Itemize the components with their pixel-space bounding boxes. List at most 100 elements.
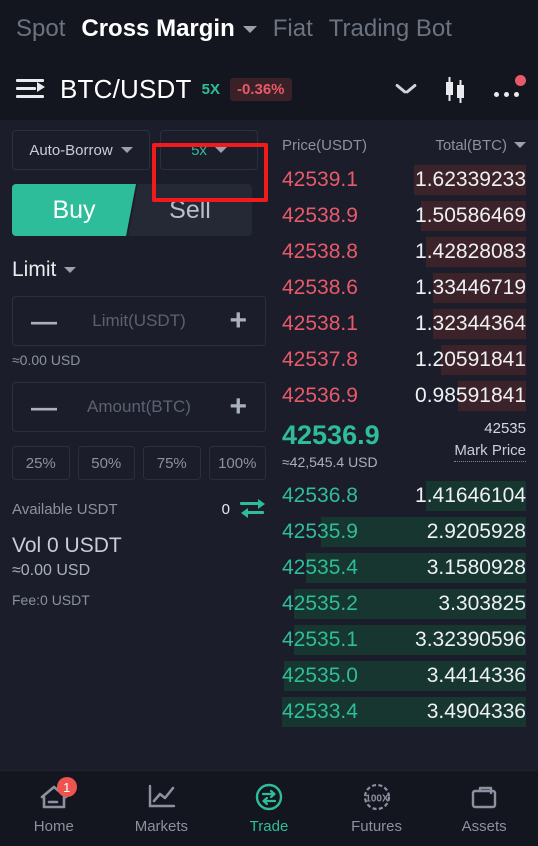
volume-value: Vol 0 USDT bbox=[12, 534, 122, 557]
price-approx-value: ≈0.00 USD bbox=[12, 352, 81, 368]
order-book-total: 3.32390596 bbox=[415, 628, 526, 651]
order-book-total: 3.303825 bbox=[438, 592, 526, 615]
sell-button[interactable]: Sell bbox=[128, 184, 252, 236]
order-book-row[interactable]: 42535.9 2.9205928 bbox=[282, 514, 526, 550]
home-icon: 1 bbox=[37, 777, 77, 812]
order-book-price: 42535.0 bbox=[282, 664, 358, 687]
mark-price-value: 42535 bbox=[484, 420, 526, 437]
more-options-icon[interactable] bbox=[494, 75, 526, 101]
order-book-price: 42536.8 bbox=[282, 484, 358, 507]
nav-label-assets: Assets bbox=[461, 818, 507, 835]
order-book-panel: Price(USDT) Total(BTC) 42539.1 1.62339233… bbox=[276, 120, 538, 770]
order-type-selector[interactable]: Limit bbox=[12, 258, 266, 282]
order-book-header: Price(USDT) Total(BTC) bbox=[282, 132, 526, 158]
order-book-total: 1.50586469 bbox=[415, 204, 526, 227]
price-input[interactable]: — Limit(USDT) + bbox=[12, 296, 266, 346]
transfer-swap-icon[interactable] bbox=[240, 499, 266, 518]
briefcase-icon bbox=[467, 782, 501, 812]
nav-label-markets: Markets bbox=[134, 818, 189, 835]
order-book-row[interactable]: 42536.8 1.41646104 bbox=[282, 478, 526, 514]
nav-item-markets[interactable]: Markets bbox=[108, 782, 216, 835]
order-book-price: 42535.2 bbox=[282, 592, 358, 615]
chevron-down-icon[interactable] bbox=[514, 142, 526, 148]
order-book-row[interactable]: 42538.9 1.50586469 bbox=[282, 198, 526, 234]
tab-spot[interactable]: Spot bbox=[16, 15, 65, 43]
order-book-total: 1.20591841 bbox=[415, 348, 526, 371]
leverage-badge: 5X bbox=[201, 80, 220, 98]
amount-input-placeholder: Amount(BTC) bbox=[87, 397, 191, 416]
pair-symbol[interactable]: BTC/USDT bbox=[60, 74, 192, 105]
order-book-row[interactable]: 42538.6 1.33446719 bbox=[282, 270, 526, 306]
order-book-row[interactable]: 42535.1 3.32390596 bbox=[282, 622, 526, 658]
order-book-price: 42538.6 bbox=[282, 276, 358, 299]
order-book-price: 42535.9 bbox=[282, 520, 358, 543]
order-book-mid-price: 42536.9 ≈42,545.4 USD 42535 Mark Price bbox=[282, 414, 526, 474]
last-price: 42536.9 bbox=[282, 420, 380, 450]
header-icon-group bbox=[396, 75, 526, 103]
leverage-selector[interactable]: 5x bbox=[160, 130, 258, 170]
increment-amount-button[interactable]: + bbox=[229, 392, 247, 422]
buy-sell-toggle: Buy Sell bbox=[12, 184, 266, 236]
percent-100-button[interactable]: 100% bbox=[208, 446, 266, 480]
nav-label-futures: Futures bbox=[351, 818, 402, 835]
candlestick-chart-icon[interactable] bbox=[442, 75, 468, 103]
order-book-row[interactable]: 42536.9 0.98591841 bbox=[282, 378, 526, 414]
percent-25-button[interactable]: 25% bbox=[12, 446, 70, 480]
tab-cross-margin[interactable]: Cross Margin bbox=[81, 15, 234, 43]
order-form-panel: Auto-Borrow 5x Buy Sell Limit — Limit(US… bbox=[0, 120, 276, 770]
order-book-row[interactable]: 42535.4 3.1580928 bbox=[282, 550, 526, 586]
nav-item-assets[interactable]: Assets bbox=[430, 782, 538, 835]
order-book-row[interactable]: 42535.0 3.4414336 bbox=[282, 658, 526, 694]
nav-item-trade[interactable]: Trade bbox=[215, 782, 323, 835]
order-book-total-header: Total(BTC) bbox=[435, 136, 507, 154]
borrow-mode-selector[interactable]: Auto-Borrow bbox=[12, 130, 150, 170]
bottom-navigation: 1 Home Markets Trade 100X Futures Assets bbox=[0, 770, 538, 846]
percent-75-button[interactable]: 75% bbox=[143, 446, 201, 480]
order-book-total: 0.98591841 bbox=[415, 384, 526, 407]
order-book-row[interactable]: 42538.8 1.42828083 bbox=[282, 234, 526, 270]
order-book-price: 42536.9 bbox=[282, 384, 358, 407]
tab-fiat[interactable]: Fiat bbox=[273, 15, 313, 43]
futures-100x-icon: 100X bbox=[360, 782, 394, 812]
order-book-row[interactable]: 42533.4 3.4904336 bbox=[282, 694, 526, 730]
mark-price-label[interactable]: Mark Price bbox=[454, 442, 526, 462]
borrow-mode-label: Auto-Borrow bbox=[29, 141, 113, 159]
percent-shortcut-row: 25% 50% 75% 100% bbox=[12, 446, 266, 480]
order-book-total: 3.1580928 bbox=[426, 556, 526, 579]
tab-trading-bot[interactable]: Trading Bot bbox=[329, 15, 452, 43]
available-balance-row: Available USDT 0 bbox=[12, 499, 266, 518]
order-book-total: 1.32344364 bbox=[415, 312, 526, 335]
order-book-row[interactable]: 42538.1 1.32344364 bbox=[282, 306, 526, 342]
nav-item-futures[interactable]: 100X Futures bbox=[323, 782, 431, 835]
order-book-total: 1.62339233 bbox=[415, 168, 526, 191]
home-badge: 1 bbox=[56, 777, 77, 797]
order-book-row[interactable]: 42539.1 1.62339233 bbox=[282, 162, 526, 198]
buy-button[interactable]: Buy bbox=[12, 184, 136, 236]
order-book-price: 42538.1 bbox=[282, 312, 358, 335]
chart-line-icon bbox=[144, 782, 178, 812]
percent-50-button[interactable]: 50% bbox=[77, 446, 135, 480]
svg-text:100X: 100X bbox=[365, 794, 389, 805]
decrement-price-button[interactable]: — bbox=[31, 308, 57, 334]
amount-input[interactable]: — Amount(BTC) + bbox=[12, 382, 266, 432]
order-book-row[interactable]: 42537.8 1.20591841 bbox=[282, 342, 526, 378]
order-book-price: 42535.1 bbox=[282, 628, 358, 651]
order-book-price: 42537.8 bbox=[282, 348, 358, 371]
nav-label-home: Home bbox=[33, 818, 74, 835]
hamburger-list-icon[interactable] bbox=[16, 78, 46, 100]
nav-item-home[interactable]: 1 Home bbox=[0, 777, 108, 835]
order-book-total: 2.9205928 bbox=[426, 520, 526, 543]
increment-price-button[interactable]: + bbox=[229, 306, 247, 336]
leverage-value: 5x bbox=[191, 141, 207, 159]
last-price-usd: ≈42,545.4 USD bbox=[282, 454, 378, 470]
order-book-bids: 42536.8 1.41646104 42535.9 2.9205928 42535.4… bbox=[282, 478, 526, 730]
chevron-down-icon[interactable] bbox=[242, 25, 257, 33]
chevron-down-icon[interactable] bbox=[396, 83, 416, 95]
chevron-down-icon bbox=[64, 267, 77, 273]
order-book-row[interactable]: 42535.2 3.303825 bbox=[282, 586, 526, 622]
order-book-price: 42538.9 bbox=[282, 204, 358, 227]
decrement-amount-button[interactable]: — bbox=[31, 394, 57, 420]
order-type-label: Limit bbox=[12, 258, 57, 281]
order-book-total: 1.33446719 bbox=[415, 276, 526, 299]
order-book-total: 1.41646104 bbox=[415, 484, 526, 507]
